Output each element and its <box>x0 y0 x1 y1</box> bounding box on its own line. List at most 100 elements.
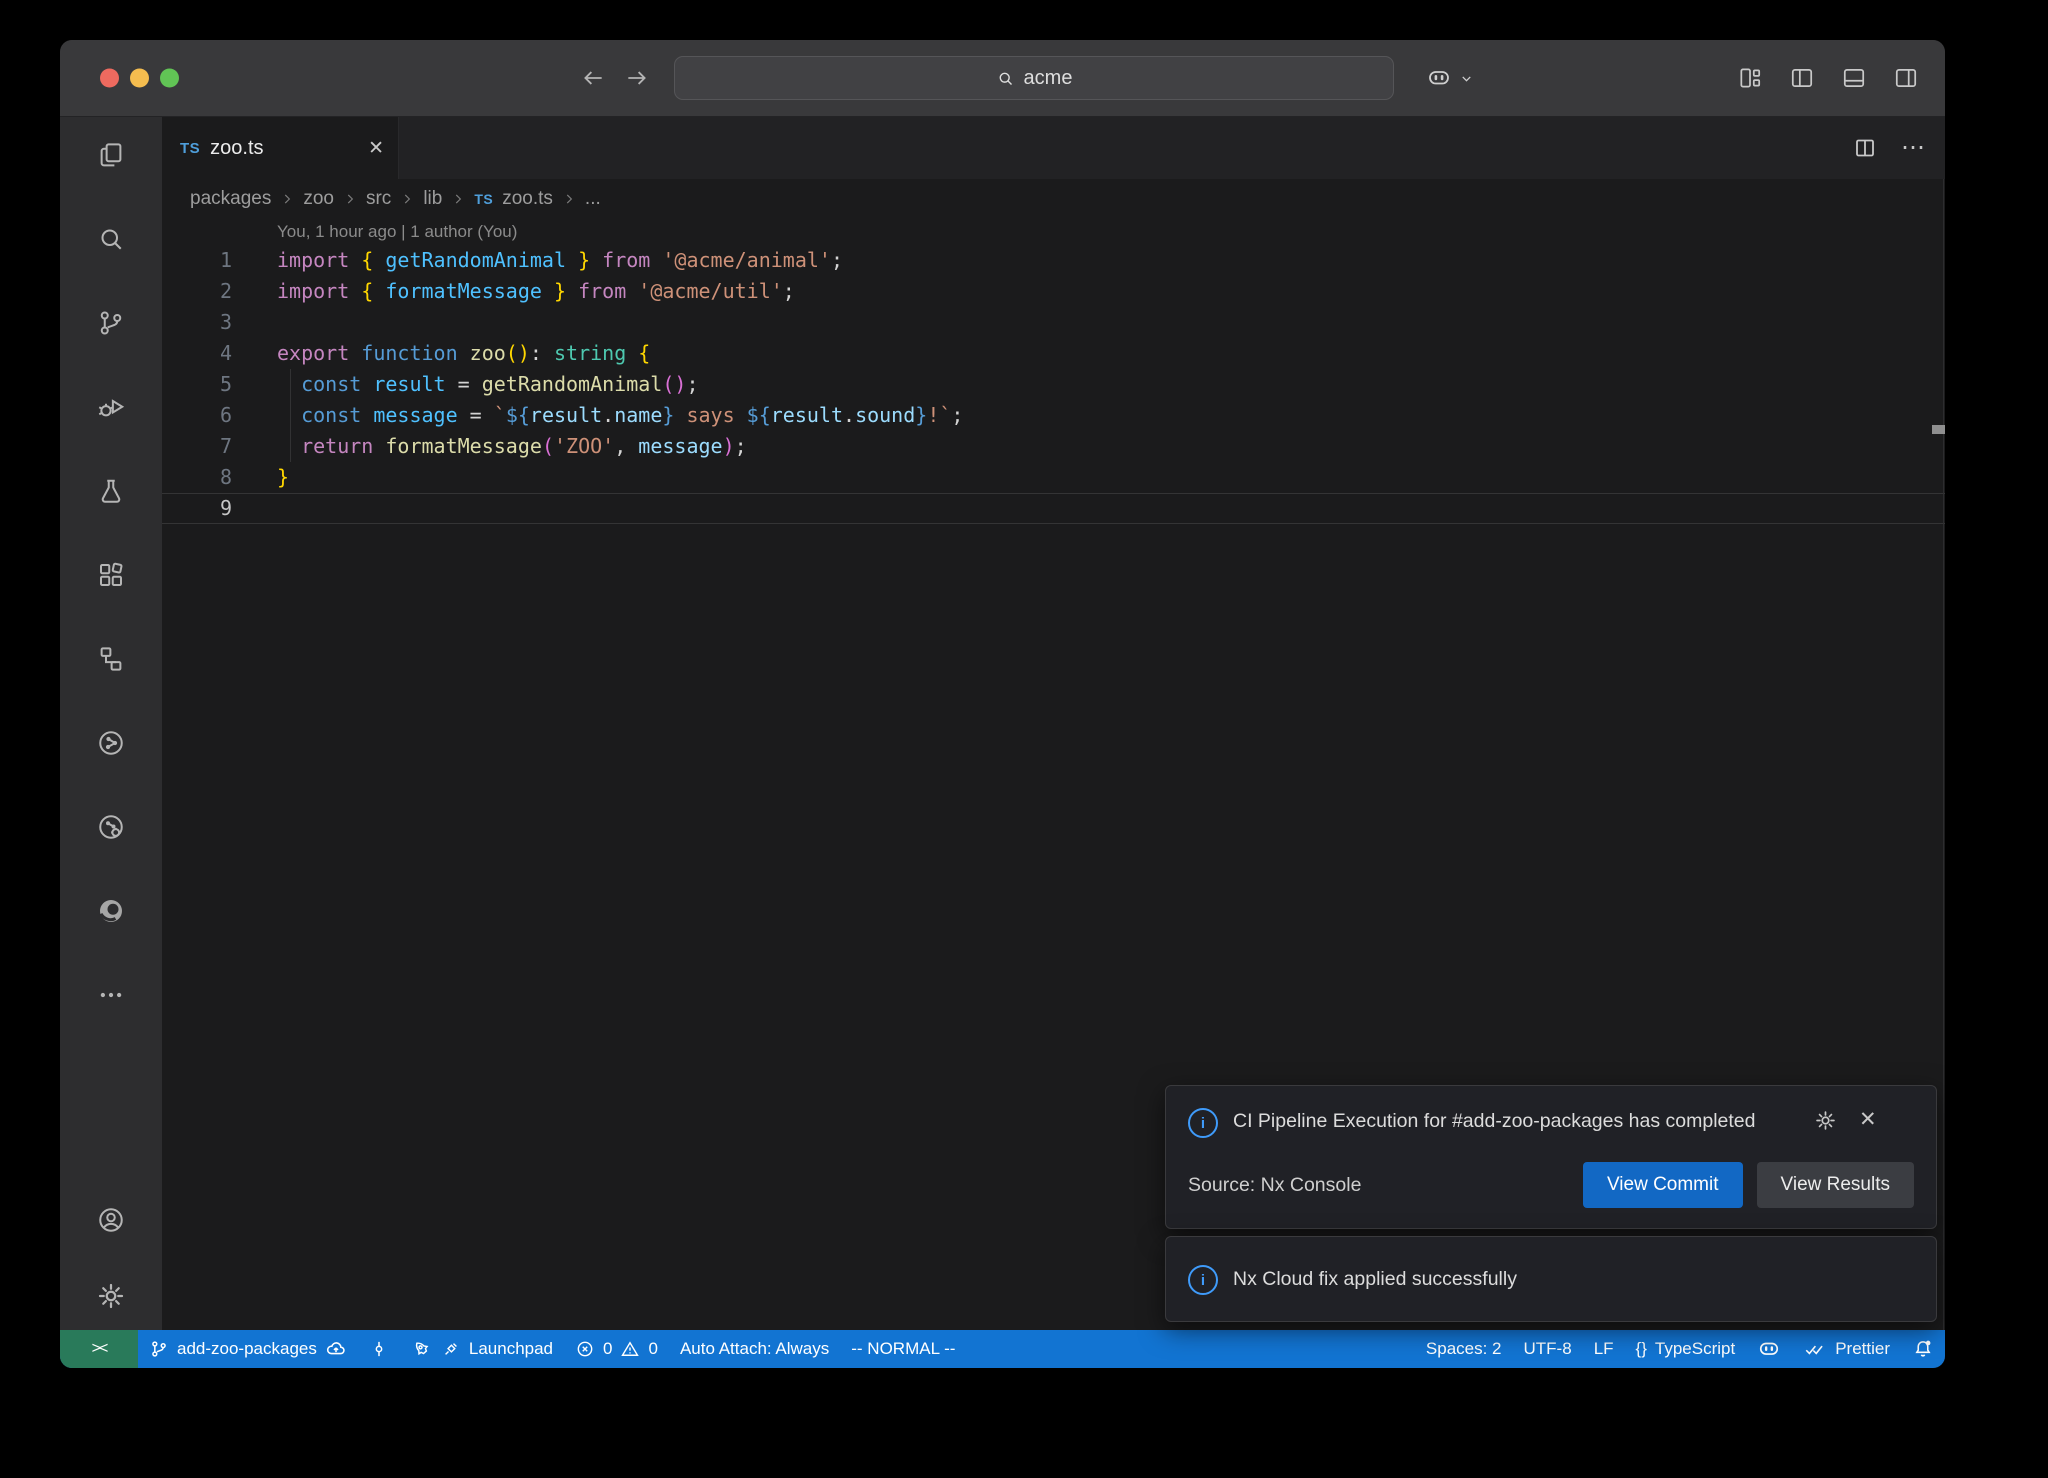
status-bar: >< add-zoo-packages Launchpad <box>60 1330 1945 1368</box>
info-icon: i <box>1188 1265 1218 1295</box>
indentation-status[interactable]: Spaces: 2 <box>1415 1330 1513 1368</box>
formatter-status[interactable]: Prettier <box>1792 1330 1901 1368</box>
launchpad-status[interactable]: Launchpad <box>400 1330 564 1368</box>
git-commit-status[interactable] <box>358 1330 400 1368</box>
overview-ruler[interactable] <box>1943 179 1944 1330</box>
line-number: 8 <box>162 462 232 493</box>
vscode-window: acme <box>60 40 1945 1368</box>
double-check-icon <box>1803 1339 1827 1359</box>
formatter-label: Prettier <box>1835 1339 1890 1359</box>
breadcrumb-file[interactable]: zoo.ts <box>502 188 553 210</box>
chevron-right-icon <box>451 192 465 206</box>
breadcrumb-overflow[interactable]: ... <box>585 188 601 210</box>
eol-status[interactable]: LF <box>1583 1330 1625 1368</box>
code-line[interactable]: 7 return formatMessage('ZOO', message); <box>162 431 1945 462</box>
back-arrow-icon[interactable] <box>580 65 606 91</box>
line-number: 3 <box>162 307 232 338</box>
blame-annotation: You, 1 hour ago | 1 author (You) <box>162 219 1945 245</box>
rocket-icon <box>411 1338 433 1360</box>
chevron-right-icon <box>280 192 294 206</box>
code-line[interactable]: 2import { formatMessage } from '@acme/ut… <box>162 276 1945 307</box>
breadcrumb-item[interactable]: zoo <box>303 188 334 210</box>
editor-more-actions-icon[interactable]: ⋯ <box>1901 136 1925 160</box>
info-icon: i <box>1188 1108 1218 1138</box>
extensions-icon[interactable] <box>95 559 127 591</box>
notifications-bell[interactable] <box>1901 1330 1945 1368</box>
run-debug-icon[interactable] <box>95 391 127 423</box>
activity-bar <box>60 117 162 1330</box>
customize-layout-icon[interactable] <box>1737 65 1763 91</box>
code-text: const result = getRandomAnimal(); <box>232 369 698 400</box>
view-commit-button[interactable]: View Commit <box>1583 1162 1743 1208</box>
tab-close-icon[interactable]: ✕ <box>368 137 384 160</box>
git-commit-icon <box>369 1339 389 1359</box>
bell-icon <box>1912 1338 1934 1360</box>
notification-settings-icon[interactable] <box>1814 1109 1837 1132</box>
language-status[interactable]: {} TypeScript <box>1625 1330 1747 1368</box>
minimize-window-button[interactable] <box>130 69 149 88</box>
notification-source: Source: Nx Console <box>1188 1174 1361 1197</box>
indent-guide <box>290 369 291 462</box>
nx-cloud-icon[interactable] <box>95 811 127 843</box>
copilot-status[interactable] <box>1746 1330 1792 1368</box>
code-line[interactable]: 4export function zoo(): string { <box>162 338 1945 369</box>
code-line[interactable]: 6 const message = `${result.name} says $… <box>162 400 1945 431</box>
edge-browser-icon[interactable] <box>95 895 127 927</box>
view-results-button[interactable]: View Results <box>1757 1162 1914 1208</box>
close-window-button[interactable] <box>100 69 119 88</box>
search-value: acme <box>1024 67 1073 90</box>
code-text: import { getRandomAnimal } from '@acme/a… <box>232 245 843 276</box>
notification-message: Nx Cloud fix applied successfully <box>1233 1268 1517 1291</box>
notification-center: i CI Pipeline Execution for #add-zoo-pac… <box>1165 1085 1937 1322</box>
toggle-panel-icon[interactable] <box>1841 65 1867 91</box>
testing-icon[interactable] <box>95 475 127 507</box>
remote-indicator[interactable]: >< <box>60 1330 138 1368</box>
code-lines: 1import { getRandomAnimal } from '@acme/… <box>162 245 1945 524</box>
traffic-lights <box>100 69 179 88</box>
encoding-status[interactable]: UTF-8 <box>1513 1330 1583 1368</box>
line-number: 7 <box>162 431 232 462</box>
code-line[interactable]: 5 const result = getRandomAnimal(); <box>162 369 1945 400</box>
vim-mode-status[interactable]: -- NORMAL -- <box>840 1330 966 1368</box>
code-line[interactable]: 1import { getRandomAnimal } from '@acme/… <box>162 245 1945 276</box>
tab-zoo-ts[interactable]: TS zoo.ts ✕ <box>162 117 399 179</box>
code-text <box>232 307 277 338</box>
chevron-right-icon <box>400 192 414 206</box>
search-sidebar-icon[interactable] <box>95 223 127 255</box>
launchpad-label: Launchpad <box>469 1339 553 1359</box>
more-views-icon[interactable] <box>95 979 127 1011</box>
breadcrumb-item[interactable]: lib <box>423 188 442 210</box>
forward-arrow-icon[interactable] <box>624 65 650 91</box>
settings-gear-icon[interactable] <box>95 1280 127 1312</box>
typescript-file-icon: TS <box>474 191 493 207</box>
explorer-icon[interactable] <box>95 139 127 171</box>
command-center-search[interactable]: acme <box>674 56 1394 100</box>
nx-console-icon[interactable] <box>95 727 127 759</box>
language-label: TypeScript <box>1655 1339 1735 1359</box>
toggle-sidebar-icon[interactable] <box>1789 65 1815 91</box>
account-icon[interactable] <box>95 1204 127 1236</box>
branch-name: add-zoo-packages <box>177 1339 317 1359</box>
source-control-icon[interactable] <box>95 307 127 339</box>
code-line[interactable]: 9 <box>162 493 1945 524</box>
git-branch-icon <box>149 1339 169 1359</box>
code-line[interactable]: 8} <box>162 462 1945 493</box>
breadcrumb-item[interactable]: packages <box>190 188 271 210</box>
branch-status[interactable]: add-zoo-packages <box>138 1330 358 1368</box>
plug-icon <box>441 1339 461 1359</box>
code-text: export function zoo(): string { <box>232 338 650 369</box>
auto-attach-status[interactable]: Auto Attach: Always <box>669 1330 840 1368</box>
code-line[interactable]: 3 <box>162 307 1945 338</box>
copilot-icon <box>1426 66 1452 90</box>
copilot-menu[interactable] <box>1426 66 1474 90</box>
title-bar: acme <box>60 40 1945 117</box>
maximize-window-button[interactable] <box>160 69 179 88</box>
notification-nx-cloud: i Nx Cloud fix applied successfully <box>1165 1236 1937 1322</box>
toggle-secondary-sidebar-icon[interactable] <box>1893 65 1919 91</box>
breadcrumb-item[interactable]: src <box>366 188 391 210</box>
search-icon <box>996 69 1015 88</box>
split-editor-icon[interactable] <box>1853 136 1877 160</box>
notification-close-icon[interactable]: ✕ <box>1859 1109 1877 1132</box>
hierarchy-icon[interactable] <box>95 643 127 675</box>
problems-status[interactable]: 0 0 <box>564 1330 669 1368</box>
